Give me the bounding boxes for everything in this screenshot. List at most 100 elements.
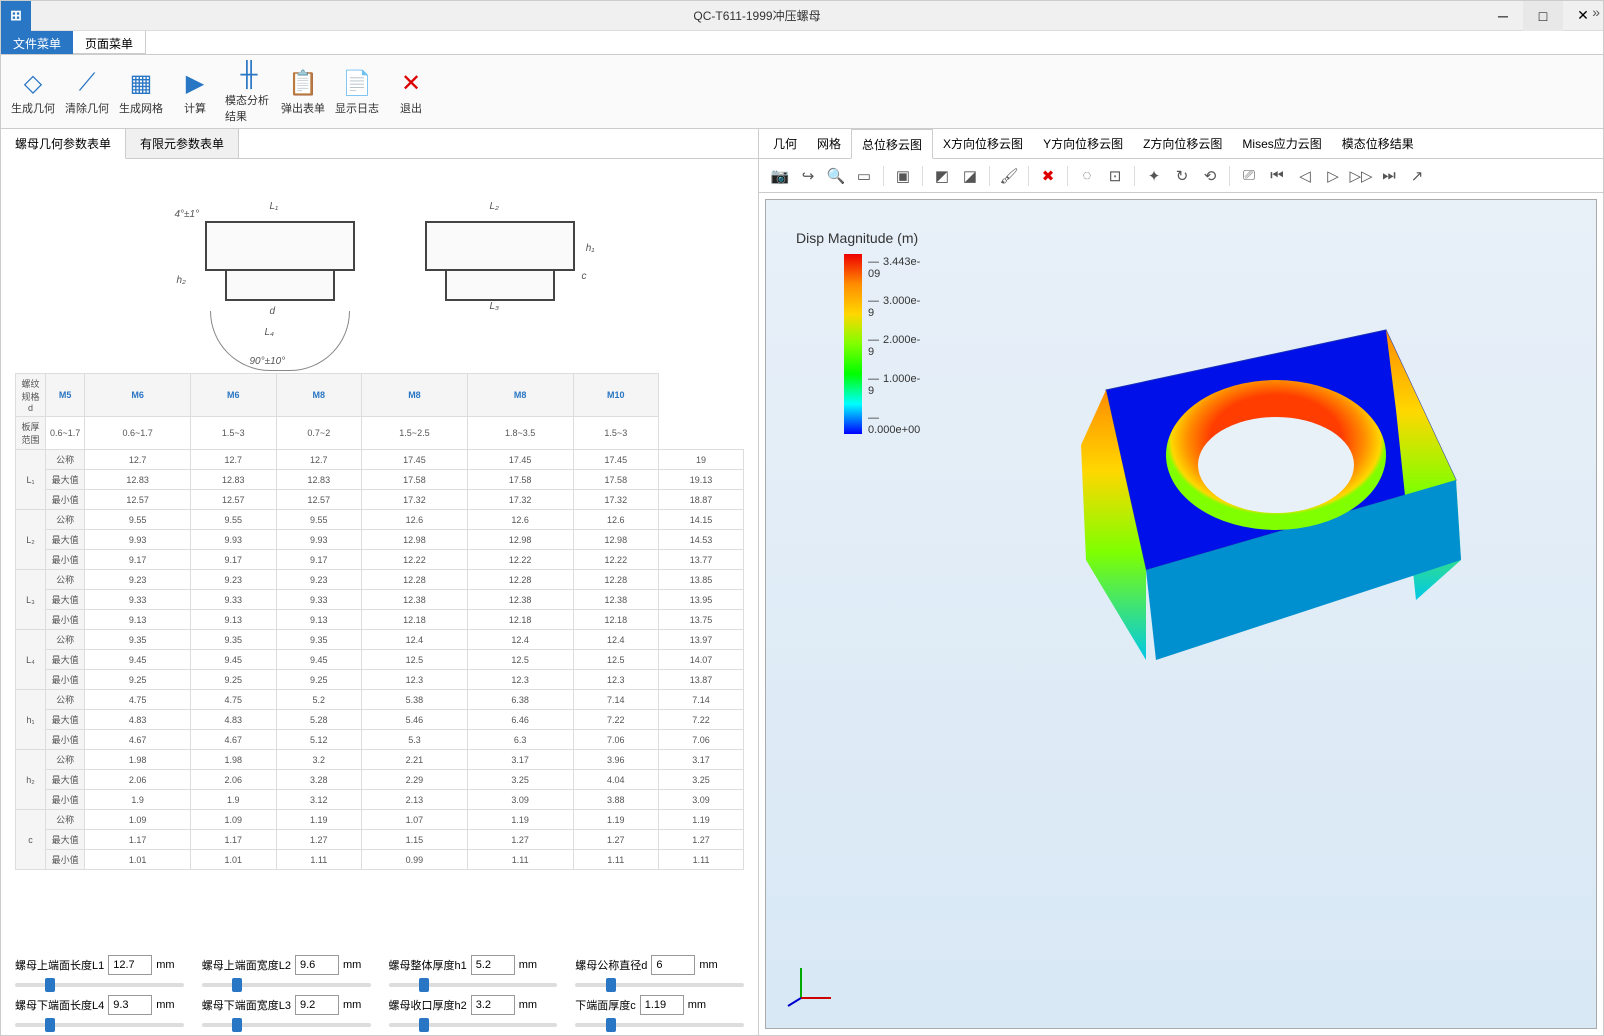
brush-icon[interactable]: 🖌: [996, 163, 1022, 189]
play-icon[interactable]: ▷: [1320, 163, 1346, 189]
param-slider[interactable]: [202, 1023, 371, 1027]
param-slider[interactable]: [389, 983, 558, 987]
param-螺母公称直径d: 螺母公称直径dmm: [575, 955, 744, 987]
right-tab-4[interactable]: Y方向位移云图: [1033, 129, 1133, 158]
param-input[interactable]: [108, 955, 152, 975]
prev-icon[interactable]: ◁: [1292, 163, 1318, 189]
next-icon[interactable]: ▷▷: [1348, 163, 1374, 189]
more-icon[interactable]: »: [1592, 4, 1600, 20]
pick-icon[interactable]: ◩: [929, 163, 955, 189]
table-rowlabel: 公称: [46, 510, 85, 530]
table-cell: 12.4: [362, 630, 468, 650]
table-cell: 13.75: [659, 610, 744, 630]
table-cell: 12.7: [191, 450, 277, 470]
table-cell: 12.4: [573, 630, 659, 650]
param-slider[interactable]: [389, 1023, 558, 1027]
ribbon-生成几何[interactable]: ◇生成几何: [7, 57, 59, 126]
table-cell: 12.28: [362, 570, 468, 590]
table-rowlabel: 最小值: [46, 490, 85, 510]
first-icon[interactable]: ⏮: [1264, 163, 1290, 189]
param-slider[interactable]: [15, 983, 184, 987]
table-cell: 12.3: [573, 670, 659, 690]
param-input[interactable]: [295, 995, 339, 1015]
spec-table-wrap: 螺纹规格dM5M6M6M8M8M8M10板厚范围0.6~1.70.6~1.71.…: [1, 369, 758, 947]
right-tab-0[interactable]: 几何: [763, 129, 807, 158]
param-input[interactable]: [295, 955, 339, 975]
param-input[interactable]: [471, 955, 515, 975]
right-tab-2[interactable]: 总位移云图: [851, 129, 933, 159]
param-下端面厚度c: 下端面厚度cmm: [575, 995, 744, 1027]
param-slider[interactable]: [575, 1023, 744, 1027]
left-tab-fem[interactable]: 有限元参数表单: [126, 129, 239, 158]
ribbon-计算[interactable]: ▶计算: [169, 57, 221, 126]
lasso-icon[interactable]: ⊡: [1102, 163, 1128, 189]
table-cell: 1.5~3: [191, 417, 277, 450]
ribbon-弹出表单[interactable]: 📋弹出表单: [277, 57, 329, 126]
orbit-icon[interactable]: ⟲: [1197, 163, 1223, 189]
param-input[interactable]: [651, 955, 695, 975]
rotate-icon[interactable]: ↻: [1169, 163, 1195, 189]
table-cell: 5.3: [362, 730, 468, 750]
maximize-button[interactable]: □: [1523, 1, 1563, 31]
table-cell: 9.23: [276, 570, 362, 590]
right-tab-5[interactable]: Z方向位移云图: [1133, 129, 1232, 158]
menu-tab-page[interactable]: 页面菜单: [73, 31, 146, 54]
table-cell: 9.45: [191, 650, 277, 670]
ribbon-清除几何[interactable]: ⟋清除几何: [61, 57, 113, 126]
table-header: 螺纹规格d: [16, 374, 46, 417]
select-icon[interactable]: ▣: [890, 163, 916, 189]
param-slider[interactable]: [575, 983, 744, 987]
box-select-icon[interactable]: ◌: [1074, 163, 1100, 189]
table-cell: 9.33: [191, 590, 277, 610]
viewport-3d[interactable]: Disp Magnitude (m) 3.443e-093.000e-92.00…: [765, 199, 1597, 1029]
table-cell: 3.09: [659, 790, 744, 810]
right-tab-7[interactable]: 模态位移结果: [1332, 129, 1424, 158]
table-rowgroup: L₁: [16, 450, 46, 510]
right-tab-3[interactable]: X方向位移云图: [933, 129, 1033, 158]
export-icon[interactable]: ↪: [795, 163, 821, 189]
shade-icon[interactable]: ◪: [957, 163, 983, 189]
param-label: 螺母收口厚度h2: [389, 997, 467, 1013]
ribbon-模态分析结果[interactable]: ╫模态分析结果: [223, 57, 275, 126]
right-tab-1[interactable]: 网格: [807, 129, 851, 158]
ribbon-生成网格[interactable]: ▦生成网格: [115, 57, 167, 126]
right-tab-6[interactable]: Mises应力云图: [1232, 129, 1331, 158]
table-rowlabel: 最小值: [46, 610, 85, 630]
last-icon[interactable]: ⏭: [1376, 163, 1402, 189]
table-rowlabel: 公称: [46, 690, 85, 710]
table-rowgroup: L₂: [16, 510, 46, 570]
param-input[interactable]: [640, 995, 684, 1015]
table-cell: 3.88: [573, 790, 659, 810]
param-slider[interactable]: [202, 983, 371, 987]
menu-tab-file[interactable]: 文件菜单: [1, 31, 73, 54]
param-label: 螺母整体厚度h1: [389, 957, 467, 973]
table-cell: 9.23: [191, 570, 277, 590]
legend-title: Disp Magnitude (m): [796, 230, 918, 246]
axes-icon[interactable]: ✦: [1141, 163, 1167, 189]
clear-icon[interactable]: ✖: [1035, 163, 1061, 189]
table-cell: 12.28: [467, 570, 573, 590]
camera-icon[interactable]: 📷: [767, 163, 793, 189]
minimize-button[interactable]: ─: [1483, 1, 1523, 31]
table-cell: 1.19: [659, 810, 744, 830]
axis-triad-icon: [786, 958, 836, 1008]
fit-icon[interactable]: ▭: [851, 163, 877, 189]
table-cell: 14.15: [659, 510, 744, 530]
table-cell: 4.75: [191, 690, 277, 710]
table-cell: 9.13: [85, 610, 191, 630]
param-input[interactable]: [471, 995, 515, 1015]
table-cell: 9.35: [191, 630, 277, 650]
param-input[interactable]: [108, 995, 152, 1015]
zoom-icon[interactable]: 🔍: [823, 163, 849, 189]
param-slider[interactable]: [15, 1023, 184, 1027]
table-cell: 13.87: [659, 670, 744, 690]
exit-icon[interactable]: ↗: [1404, 163, 1430, 189]
record-icon[interactable]: ⎚: [1236, 163, 1262, 189]
ribbon-显示日志[interactable]: 📄显示日志: [331, 57, 383, 126]
table-cell: 1.19: [573, 810, 659, 830]
ribbon-退出[interactable]: ✕退出: [385, 57, 437, 126]
diagram-label-l2: L₂: [490, 201, 499, 212]
left-tab-geometry[interactable]: 螺母几何参数表单: [1, 129, 126, 159]
table-cell: 9.55: [85, 510, 191, 530]
table-cell: 0.99: [362, 850, 468, 870]
